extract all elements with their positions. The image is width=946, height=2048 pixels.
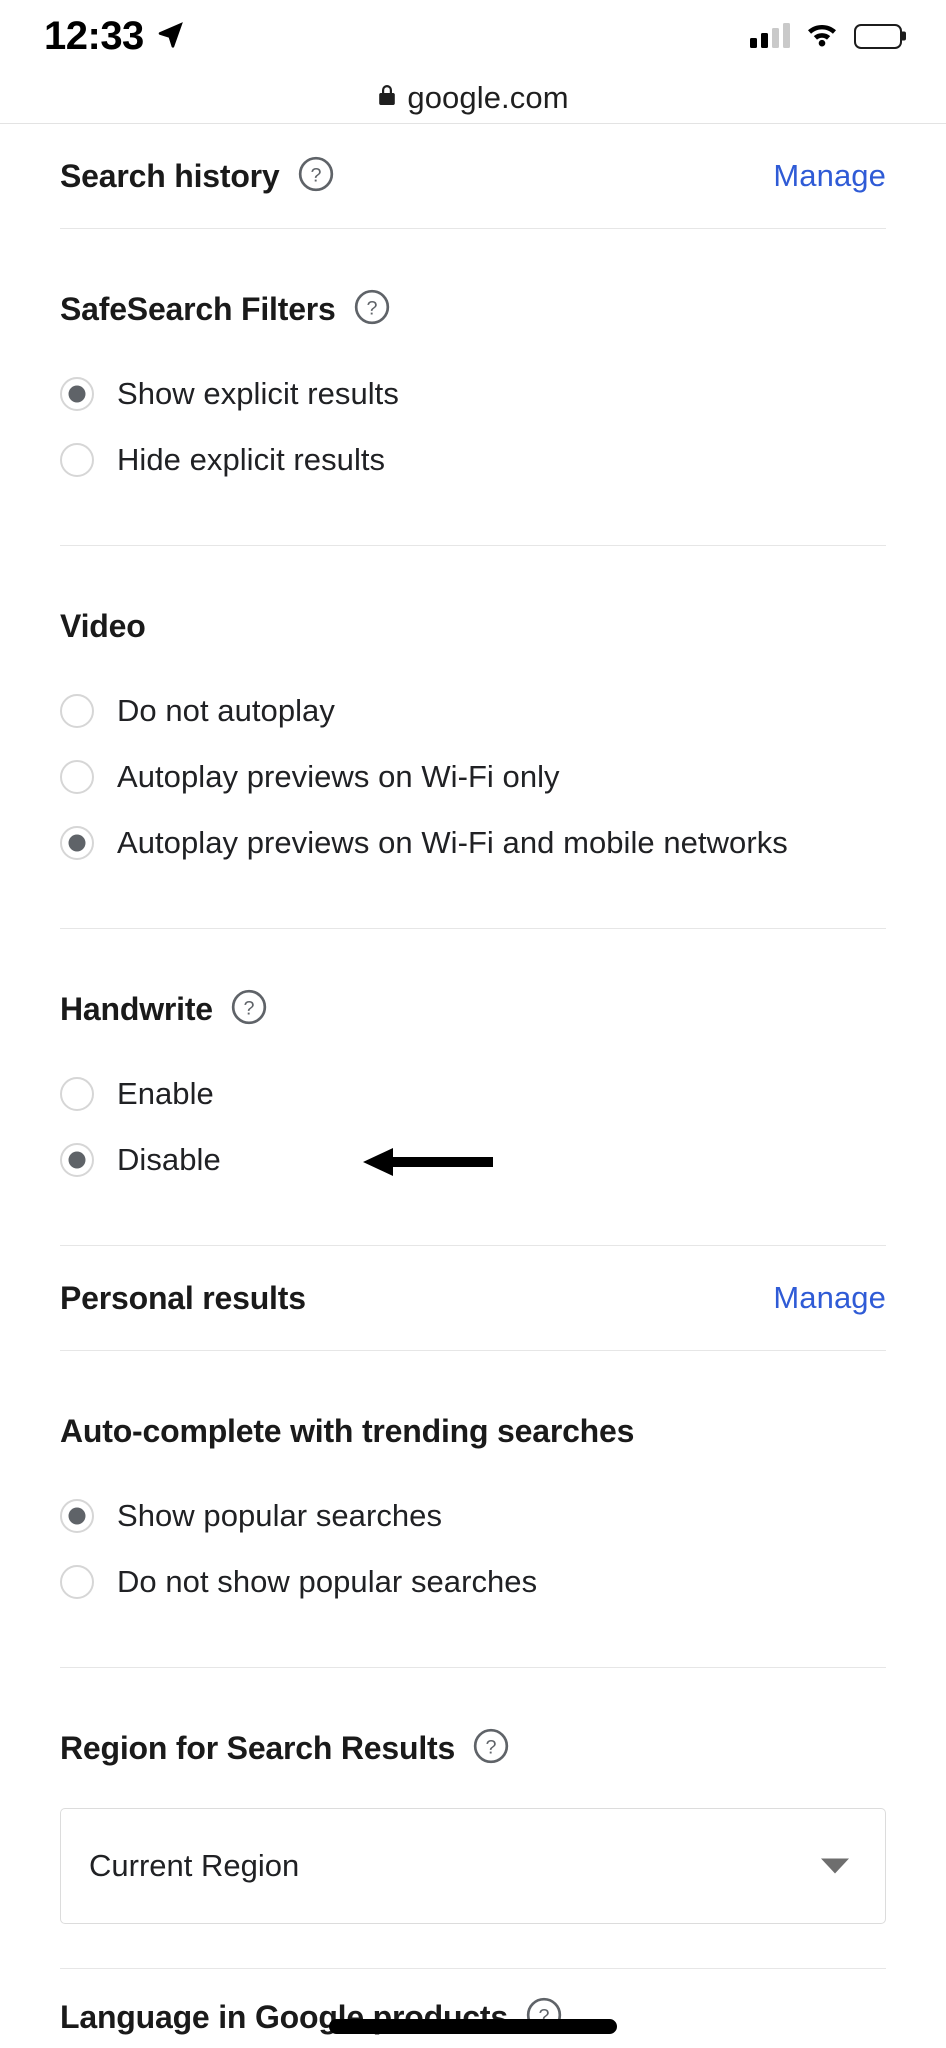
radio-option[interactable]: Hide explicit results: [60, 427, 886, 493]
browser-url-bar[interactable]: google.com: [0, 72, 946, 124]
search-history-manage-link[interactable]: Manage: [773, 158, 886, 194]
svg-text:?: ?: [366, 297, 377, 319]
wifi-icon: [804, 21, 840, 52]
video-options: Do not autoplay Autoplay previews on Wi-…: [60, 678, 886, 898]
radio-option[interactable]: Show popular searches: [60, 1483, 886, 1549]
chevron-down-icon: [821, 1858, 849, 1874]
status-bar: 12:33: [0, 0, 946, 72]
personal-results-header-row: Personal results Manage: [60, 1246, 886, 1350]
safesearch-title-group: SafeSearch Filters ?: [60, 288, 391, 331]
auto-complete-header-row: Auto-complete with trending searches: [60, 1379, 886, 1483]
safesearch-header-row: SafeSearch Filters ?: [60, 257, 886, 361]
section-title: Personal results: [60, 1279, 306, 1316]
home-indicator-bar: [329, 2019, 617, 2034]
radio-label: Hide explicit results: [117, 442, 386, 477]
svg-text:?: ?: [310, 164, 321, 186]
radio-button[interactable]: [60, 1565, 94, 1599]
radio-label: Do not autoplay: [117, 693, 335, 728]
region-select-value: Current Region: [89, 1848, 300, 1883]
region-select-wrapper: Current Region: [60, 1800, 886, 1968]
help-circle-icon[interactable]: ?: [297, 155, 335, 198]
status-bar-left: 12:33: [44, 16, 186, 56]
radio-button[interactable]: [60, 826, 94, 860]
radio-option[interactable]: Autoplay previews on Wi-Fi only: [60, 744, 886, 810]
section-video: Video Do not autoplay Autoplay previews …: [60, 546, 886, 928]
handwrite-title-group: Handwrite ?: [60, 988, 268, 1031]
battery-icon: [854, 23, 902, 49]
status-bar-clock: 12:33: [44, 14, 144, 58]
radio-label: Autoplay previews on Wi-Fi only: [117, 759, 560, 794]
section-personal-results: Personal results Manage: [60, 1246, 886, 1350]
handwrite-header-row: Handwrite ?: [60, 957, 886, 1061]
svg-text:?: ?: [486, 1736, 497, 1758]
personal-results-title-group: Personal results: [60, 1280, 306, 1317]
radio-button[interactable]: [60, 443, 94, 477]
radio-label: Autoplay previews on Wi-Fi and mobile ne…: [117, 825, 788, 860]
lock-icon: [377, 83, 397, 112]
help-circle-icon[interactable]: ?: [472, 1727, 510, 1770]
region-select[interactable]: Current Region: [60, 1808, 886, 1924]
url-text: google.com: [407, 79, 569, 115]
search-history-title-group: Search history ?: [60, 155, 335, 198]
radio-button[interactable]: [60, 1499, 94, 1533]
language-header-row: Language in Google products ?: [60, 1969, 886, 2048]
radio-label: Disable: [117, 1142, 221, 1177]
section-handwrite: Handwrite ? Enable Disable: [60, 929, 886, 1245]
phone-screen: 12:33 google.com Search history ? Manage…: [0, 0, 946, 2048]
status-bar-right: [750, 21, 902, 52]
handwrite-options: Enable Disable: [60, 1061, 886, 1215]
cellular-bars-icon: [750, 23, 790, 48]
radio-option[interactable]: Disable: [60, 1127, 886, 1193]
safesearch-options: Show explicit results Hide explicit resu…: [60, 361, 886, 515]
radio-button[interactable]: [60, 694, 94, 728]
search-history-header-row: Search history ? Manage: [60, 124, 886, 228]
section-language: Language in Google products ?: [60, 1969, 886, 2048]
radio-option[interactable]: Do not show popular searches: [60, 1549, 886, 1615]
auto-complete-title-group: Auto-complete with trending searches: [60, 1413, 634, 1450]
video-title-group: Video: [60, 608, 146, 645]
radio-label: Show popular searches: [117, 1498, 443, 1533]
section-title: Search history: [60, 157, 280, 194]
section-title: Region for Search Results: [60, 1729, 456, 1766]
section-region: Region for Search Results ? Current Regi…: [60, 1668, 886, 1968]
radio-label: Enable: [117, 1076, 214, 1111]
section-title: SafeSearch Filters: [60, 290, 336, 327]
radio-label: Do not show popular searches: [117, 1564, 538, 1599]
radio-button[interactable]: [60, 1143, 94, 1177]
section-title: Auto-complete with trending searches: [60, 1412, 635, 1449]
radio-button[interactable]: [60, 377, 94, 411]
section-title: Video: [60, 607, 146, 644]
help-circle-icon[interactable]: ?: [353, 288, 391, 331]
radio-option[interactable]: Show explicit results: [60, 361, 886, 427]
region-title-group: Region for Search Results ?: [60, 1727, 510, 1770]
radio-button[interactable]: [60, 760, 94, 794]
svg-text:?: ?: [243, 997, 254, 1019]
help-circle-icon[interactable]: ?: [230, 988, 268, 1031]
section-search-history: Search history ? Manage: [60, 124, 886, 228]
radio-option[interactable]: Enable: [60, 1061, 886, 1127]
radio-label: Show explicit results: [117, 376, 399, 411]
region-header-row: Region for Search Results ?: [60, 1696, 886, 1800]
personal-results-manage-link[interactable]: Manage: [773, 1280, 886, 1316]
radio-option[interactable]: Autoplay previews on Wi-Fi and mobile ne…: [60, 810, 886, 876]
location-arrow-icon: [156, 19, 186, 54]
section-title: Handwrite: [60, 990, 213, 1027]
radio-option[interactable]: Do not autoplay: [60, 678, 886, 744]
auto-complete-options: Show popular searches Do not show popula…: [60, 1483, 886, 1637]
settings-content: Search history ? Manage SafeSearch Filte…: [0, 124, 946, 2048]
section-safesearch-filters: SafeSearch Filters ? Show explicit resul…: [60, 229, 886, 545]
radio-button[interactable]: [60, 1077, 94, 1111]
video-header-row: Video: [60, 574, 886, 678]
section-auto-complete: Auto-complete with trending searches Sho…: [60, 1351, 886, 1667]
